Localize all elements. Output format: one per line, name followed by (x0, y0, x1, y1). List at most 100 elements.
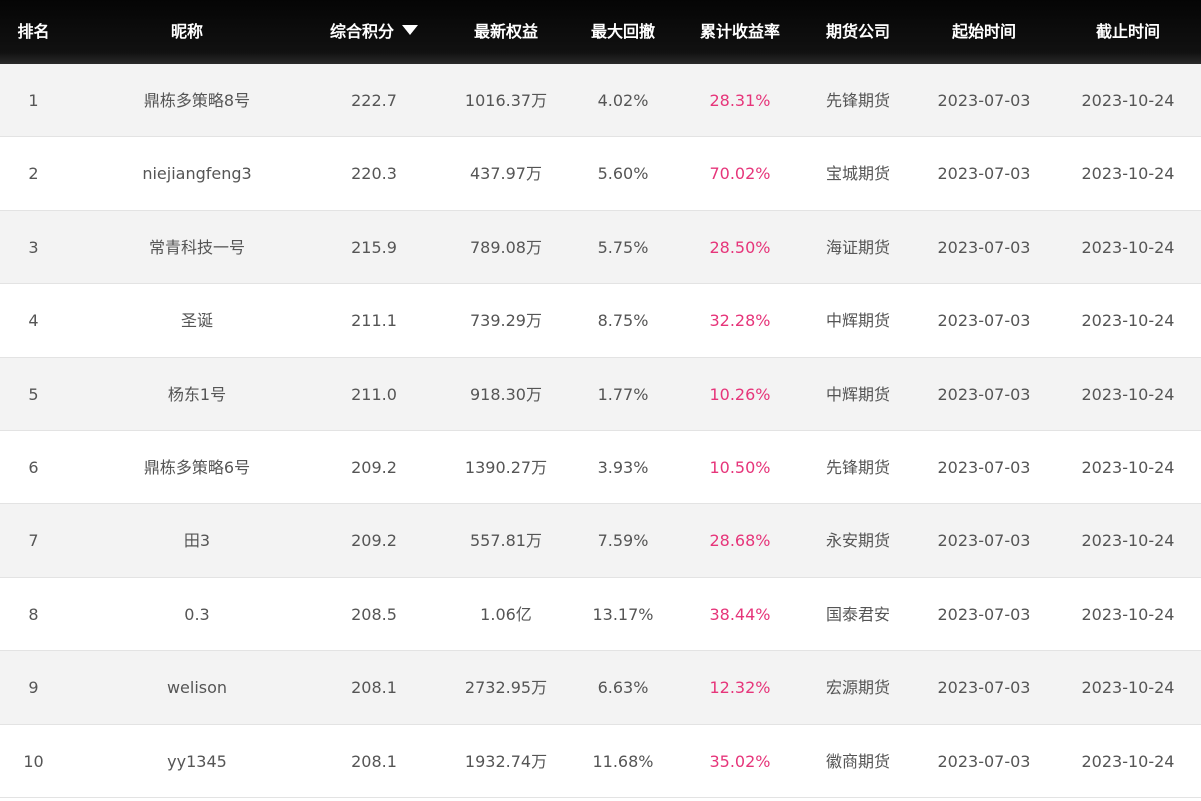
cell-rank: 5 (28, 384, 39, 404)
cell-end: 2023-10-24 (1081, 678, 1175, 698)
cell-equity: 789.08万 (470, 237, 542, 257)
cell-start: 2023-07-03 (937, 604, 1031, 624)
cell-return: 28.50% (709, 237, 771, 257)
table-row[interactable]: 2 niejiangfeng3 220.3 437.97万 5.60% 70.02% 宝城期… (0, 137, 1201, 211)
cell-equity: 1016.37万 (464, 91, 548, 110)
cell-broker: 宏源期货 (825, 678, 890, 698)
cell-rank: 4 (28, 311, 39, 331)
cell-broker: 中辉期货 (825, 384, 890, 404)
cell-drawdown: 8.75% (597, 311, 649, 331)
table-row[interactable]: 5 杨东1号 211.0 918.30万 1.77% 10.26% 中辉期货 2023-07-… (0, 357, 1201, 431)
header-drawdown[interactable]: 最大回撤 (563, 0, 683, 64)
cell-end: 2023-10-24 (1081, 457, 1175, 477)
cell-end: 2023-10-24 (1081, 604, 1175, 624)
cell-broker: 先锋期货 (825, 457, 890, 477)
cell-name[interactable]: yy1345 (97, 725, 297, 798)
cell-rank: 3 (28, 237, 39, 257)
cell-drawdown: 13.17% (592, 604, 654, 624)
cell-drawdown: 7.59% (597, 531, 649, 551)
cell-drawdown: 5.75% (597, 237, 649, 257)
cell-name[interactable]: welison (97, 651, 297, 724)
cell-rank: 8 (28, 604, 39, 624)
cell-score: 209.2 (351, 531, 397, 551)
cell-equity: 557.81万 (470, 531, 542, 551)
cell-return: 32.28% (709, 311, 771, 331)
header-broker[interactable]: 期货公司 (798, 0, 918, 64)
triangle-down-icon[interactable] (402, 25, 418, 35)
cell-name[interactable]: 鼎栋多策略8号 (97, 64, 297, 137)
cell-start: 2023-07-03 (937, 751, 1031, 771)
cell-rank: 7 (28, 531, 39, 551)
cell-rank: 10 (23, 751, 44, 771)
cell-end: 2023-10-24 (1081, 384, 1175, 404)
table-row[interactable]: 1 鼎栋多策略8号 222.7 1016.37万 4.02% 28.31% 先锋期货 2023… (0, 64, 1201, 138)
table-row[interactable]: 8 0.3 208.5 1.06亿 13.17% 38.44% 国泰君安 2023-07-03… (0, 577, 1201, 652)
cell-score: 208.1 (351, 678, 397, 698)
table-row[interactable]: 4 圣诞 211.1 739.29万 8.75% 32.28% 中辉期货 2023-07-03… (0, 284, 1201, 358)
cell-start: 2023-07-03 (937, 384, 1031, 404)
cell-end: 2023-10-24 (1081, 237, 1175, 257)
cell-equity: 918.30万 (470, 384, 542, 404)
cell-end: 2023-10-24 (1081, 91, 1175, 110)
cell-name[interactable]: 0.3 (97, 578, 297, 651)
table-row[interactable]: 10 yy1345 208.1 1932.74万 11.68% 35.02% 徽商期货 202… (0, 724, 1201, 798)
cell-end: 2023-10-24 (1081, 751, 1175, 771)
table-header: 排名 昵称 综合积分 最新权益 最大回撤 累计收益率 期货公司 起始时间 截止时… (0, 0, 1201, 64)
table-row[interactable]: 7 田3 209.2 557.81万 7.59% 28.68% 永安期货 2023-07-03… (0, 504, 1201, 578)
header-rank[interactable]: 排名 (0, 0, 67, 64)
cell-name[interactable]: 杨东1号 (97, 358, 297, 431)
header-end[interactable]: 截止时间 (1068, 0, 1188, 64)
cell-end: 2023-10-24 (1081, 164, 1175, 184)
cell-drawdown: 1.77% (597, 384, 649, 404)
cell-name[interactable]: 常青科技一号 (97, 211, 297, 284)
cell-name[interactable]: 鼎栋多策略6号 (97, 431, 297, 504)
cell-score: 211.0 (351, 384, 397, 404)
cell-start: 2023-07-03 (937, 531, 1031, 551)
cell-equity: 1.06亿 (480, 604, 532, 624)
cell-broker: 先锋期货 (825, 91, 890, 110)
cell-broker: 徽商期货 (825, 751, 890, 771)
cell-score: 211.1 (351, 311, 397, 331)
header-return[interactable]: 累计收益率 (680, 0, 800, 64)
cell-drawdown: 3.93% (597, 457, 649, 477)
cell-return: 28.68% (709, 531, 771, 551)
cell-end: 2023-10-24 (1081, 531, 1175, 551)
cell-score: 215.9 (351, 237, 397, 257)
cell-broker: 中辉期货 (825, 311, 890, 331)
cell-name[interactable]: niejiangfeng3 (97, 137, 297, 210)
cell-return: 38.44% (709, 604, 771, 624)
cell-score: 220.3 (351, 164, 397, 184)
table-row[interactable]: 6 鼎栋多策略6号 209.2 1390.27万 3.93% 10.50% 先锋期货 2023… (0, 430, 1201, 505)
cell-drawdown: 5.60% (597, 164, 649, 184)
cell-equity: 1932.74万 (464, 751, 548, 771)
header-score[interactable]: 综合积分 (314, 0, 434, 64)
cell-drawdown: 4.02% (597, 91, 649, 110)
cell-score: 208.5 (351, 604, 397, 624)
cell-broker: 永安期货 (825, 531, 890, 551)
cell-start: 2023-07-03 (937, 91, 1031, 110)
table-row[interactable]: 9 welison 208.1 2732.95万 6.63% 12.32% 宏源期货 2023… (0, 651, 1201, 725)
cell-rank: 1 (28, 91, 39, 110)
header-name[interactable]: 昵称 (97, 0, 277, 64)
cell-start: 2023-07-03 (937, 457, 1031, 477)
cell-broker: 海证期货 (825, 237, 890, 257)
cell-drawdown: 6.63% (597, 678, 649, 698)
header-start[interactable]: 起始时间 (924, 0, 1044, 64)
cell-rank: 6 (28, 457, 39, 477)
cell-rank: 2 (28, 164, 39, 184)
cell-broker: 国泰君安 (825, 604, 890, 624)
cell-return: 10.50% (709, 457, 771, 477)
cell-start: 2023-07-03 (937, 164, 1031, 184)
cell-equity: 2732.95万 (464, 678, 548, 698)
cell-end: 2023-10-24 (1081, 311, 1175, 331)
cell-name[interactable]: 圣诞 (97, 284, 297, 357)
header-equity[interactable]: 最新权益 (446, 0, 566, 64)
header-score-label: 综合积分 (329, 22, 394, 41)
cell-start: 2023-07-03 (937, 311, 1031, 331)
table-row[interactable]: 3 常青科技一号 215.9 789.08万 5.75% 28.50% 海证期货 2023-0… (0, 210, 1201, 285)
cell-drawdown: 11.68% (592, 751, 654, 771)
cell-score: 209.2 (351, 457, 397, 477)
cell-equity: 1390.27万 (464, 457, 548, 477)
cell-equity: 437.97万 (470, 164, 542, 184)
cell-name[interactable]: 田3 (97, 504, 297, 577)
